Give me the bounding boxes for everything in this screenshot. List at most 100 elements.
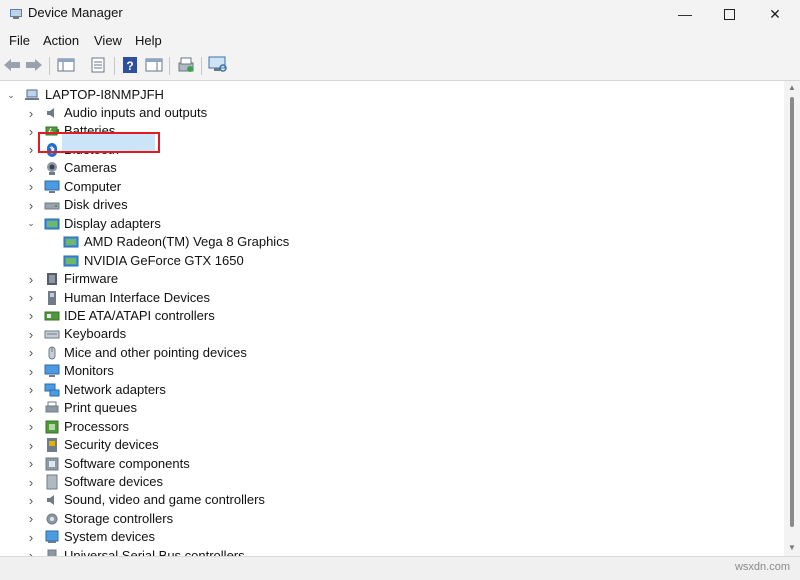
chevron-right-icon[interactable]: › — [26, 362, 36, 380]
tree-item-label: Mice and other pointing devices — [64, 344, 247, 360]
tree-item[interactable]: › Mice and other pointing devices — [0, 344, 760, 362]
chevron-right-icon[interactable]: › — [26, 141, 36, 159]
chevron-right-icon[interactable]: › — [26, 289, 36, 307]
menu-view[interactable]: View — [94, 33, 122, 48]
computer-name: LAPTOP-I8NMPJFH — [45, 87, 164, 102]
scroll-down-icon[interactable]: ▼ — [788, 543, 796, 552]
chevron-right-icon[interactable]: › — [26, 178, 36, 196]
mouse-icon — [48, 346, 56, 360]
chevron-right-icon[interactable]: › — [26, 510, 36, 528]
tree-item-label: Storage controllers — [64, 510, 174, 526]
display-adapter-icon — [44, 218, 60, 230]
tree-item[interactable]: › Computer — [0, 178, 760, 196]
maximize-button[interactable] — [706, 0, 752, 28]
scrollbar-thumb[interactable] — [790, 97, 794, 527]
tree-item-label: Keyboards — [64, 326, 127, 342]
chevron-right-icon[interactable]: › — [26, 159, 36, 177]
network-adapter-icon — [44, 383, 60, 397]
tree-item[interactable]: › Network adapters — [0, 381, 760, 399]
tree-item-label: Software devices — [64, 474, 163, 489]
tree-child-item[interactable]: AMD Radeon(TM) Vega 8 Graphics — [0, 233, 760, 251]
tree-item[interactable]: › Disk drives — [0, 196, 760, 214]
chevron-right-icon[interactable]: › — [26, 344, 36, 362]
watermark: wsxdn.com — [734, 561, 790, 573]
menu-action[interactable]: Action — [43, 33, 79, 48]
update-driver-button[interactable] — [176, 55, 196, 75]
software-device-icon — [46, 474, 58, 490]
toolbar: ? — [0, 52, 800, 81]
properties-icon — [91, 57, 105, 73]
tree-item[interactable]: › System devices — [0, 528, 760, 546]
chevron-right-icon[interactable]: › — [26, 491, 36, 509]
chevron-right-icon[interactable]: › — [26, 436, 36, 454]
status-bar: wsxdn.com — [0, 556, 800, 580]
chevron-right-icon[interactable]: › — [26, 196, 36, 214]
tree-item-label: Human Interface Devices — [64, 289, 210, 305]
minimize-button[interactable]: — — [662, 0, 708, 28]
forward-button[interactable] — [24, 55, 44, 75]
tree-item[interactable]: › Monitors — [0, 362, 760, 380]
chevron-down-icon[interactable]: ⌄ — [26, 215, 36, 233]
tree-item[interactable]: › IDE ATA/ATAPI controllers — [0, 307, 760, 325]
usb-icon — [47, 549, 57, 556]
chevron-right-icon[interactable]: › — [26, 418, 36, 436]
vertical-scrollbar[interactable]: ▲ ▼ — [784, 81, 800, 556]
tree-item[interactable]: › Human Interface Devices — [0, 289, 760, 307]
chevron-right-icon[interactable]: › — [26, 270, 36, 288]
help-button[interactable]: ? — [120, 55, 140, 75]
svg-text:?: ? — [126, 59, 133, 73]
chevron-right-icon[interactable]: › — [26, 547, 36, 556]
hid-icon — [48, 290, 56, 305]
sound-icon — [47, 495, 54, 506]
tree-child-label: NVIDIA GeForce GTX 1650 — [84, 252, 244, 268]
back-button[interactable] — [2, 55, 22, 75]
tree-item[interactable]: › Keyboards — [0, 325, 760, 343]
tree-item[interactable]: › Cameras — [0, 159, 760, 177]
chevron-right-icon[interactable]: › — [26, 528, 36, 546]
scan-hardware-button[interactable] — [208, 55, 228, 75]
chevron-right-icon[interactable]: › — [26, 122, 36, 140]
help-icon: ? — [123, 57, 137, 73]
chevron-down-icon[interactable]: ⌄ — [6, 86, 16, 104]
monitor-icon — [44, 364, 60, 378]
chevron-right-icon[interactable]: › — [26, 104, 36, 122]
chevron-right-icon[interactable]: › — [26, 381, 36, 399]
close-button[interactable]: ✕ — [752, 0, 798, 28]
tree-item-label: Computer — [64, 178, 122, 194]
chevron-right-icon[interactable]: › — [26, 473, 36, 491]
tree-item[interactable]: › Audio inputs and outputs — [0, 104, 760, 122]
chevron-right-icon[interactable]: › — [26, 325, 36, 343]
printer-icon — [45, 401, 59, 413]
properties-button[interactable] — [88, 55, 108, 75]
menu-file[interactable]: File — [9, 33, 30, 48]
tree-item[interactable]: › Firmware — [0, 270, 760, 288]
tree-item[interactable]: › Storage controllers — [0, 510, 760, 528]
scroll-up-icon[interactable]: ▲ — [788, 83, 796, 92]
title-bar: Device Manager — ✕ — [0, 0, 800, 28]
tree-item[interactable]: › Sound, video and game controllers — [0, 491, 760, 509]
tree-item-label: Processors — [64, 418, 130, 434]
tree-item[interactable]: ⌄ Display adapters — [0, 215, 760, 233]
chevron-right-icon[interactable]: › — [26, 307, 36, 325]
show-hide-console-tree-button[interactable] — [56, 55, 76, 75]
menu-bar: File Action View Help — [0, 28, 800, 52]
toolbar-separator — [201, 57, 202, 75]
tree-item[interactable]: › Processors — [0, 418, 760, 436]
toolbar-separator — [169, 57, 170, 75]
tree-item-label: Print queues — [64, 400, 137, 416]
console-tree-icon — [57, 58, 75, 72]
tree-item[interactable]: › Security devices — [0, 436, 760, 454]
chevron-right-icon[interactable]: › — [26, 399, 36, 417]
tree-item[interactable]: › Universal Serial Bus controllers — [0, 547, 760, 556]
action-pane-button[interactable] — [144, 55, 164, 75]
tree-root[interactable]: ⌄ LAPTOP-I8NMPJFH — [0, 86, 760, 104]
menu-help[interactable]: Help — [135, 33, 162, 48]
tree-child-item[interactable]: NVIDIA GeForce GTX 1650 — [0, 252, 760, 270]
chevron-right-icon[interactable]: › — [26, 455, 36, 473]
disk-drive-icon — [44, 202, 60, 210]
tree-item[interactable]: › Software devices — [0, 473, 760, 491]
tree-item[interactable]: › Software components — [0, 455, 760, 473]
tree-item-label: Software components — [64, 455, 190, 471]
tree-item-label: Disk drives — [64, 197, 128, 213]
tree-item[interactable]: › Print queues — [0, 399, 760, 417]
